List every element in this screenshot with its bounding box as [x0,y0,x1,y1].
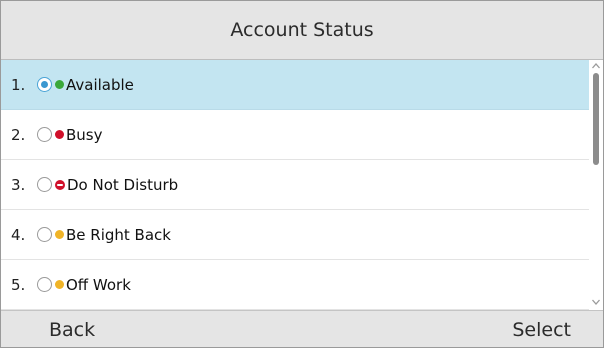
radio-button[interactable] [37,227,52,242]
yellow-dot-icon [55,280,64,289]
radio-button[interactable] [37,177,52,192]
item-label: Busy [66,125,103,144]
item-number: 5. [11,275,26,294]
yellow-dot-icon [55,230,64,239]
do-not-disturb-icon [55,179,65,190]
status-list: 1. Available 2. Busy 3. Do Not Disturb 4… [1,60,589,310]
list-item-off-work[interactable]: 5. Off Work [1,260,589,310]
header-bar: Account Status [1,1,603,60]
page-title: Account Status [230,19,374,41]
scrollbar-thumb[interactable] [593,73,599,165]
item-number: 4. [11,225,26,244]
radio-button[interactable] [37,277,52,292]
back-button[interactable]: Back [49,311,95,347]
chevron-down-icon[interactable] [591,297,601,307]
list-item-busy[interactable]: 2. Busy [1,110,589,160]
item-number: 3. [11,175,26,194]
radio-dot-icon [41,81,48,88]
item-label: Available [66,75,134,94]
list-item-available[interactable]: 1. Available [1,60,589,110]
list-item-do-not-disturb[interactable]: 3. Do Not Disturb [1,160,589,210]
item-label: Do Not Disturb [67,175,179,194]
chevron-up-icon[interactable] [591,61,601,71]
radio-button-checked[interactable] [37,77,52,92]
green-dot-icon [55,80,64,89]
radio-button[interactable] [37,127,52,142]
list-item-be-right-back[interactable]: 4. Be Right Back [1,210,589,260]
scrollbar[interactable] [591,61,601,307]
item-label: Off Work [66,275,131,294]
phone-screen: Account Status 1. Available 2. Busy 3. D… [0,0,604,348]
item-number: 1. [11,75,26,94]
red-dot-icon [55,130,64,139]
item-label: Be Right Back [66,225,171,244]
select-button[interactable]: Select [512,311,571,347]
softkey-bar: Back Select [1,310,603,347]
item-number: 2. [11,125,26,144]
